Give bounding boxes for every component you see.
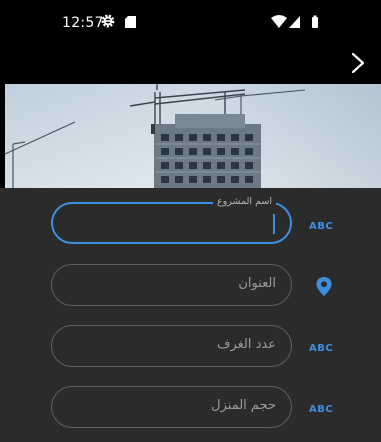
- status-bar: 12:57: [0, 0, 381, 44]
- svg-text:ABC: ABC: [309, 343, 333, 352]
- battery-icon: [312, 17, 318, 28]
- address-field[interactable]: العنوان: [51, 264, 292, 306]
- status-time: 12:57: [62, 15, 104, 31]
- abc-text-icon: ABC: [309, 343, 333, 352]
- address-placeholder: العنوان: [238, 276, 276, 291]
- project-name-label: اسم المشروع: [213, 195, 276, 209]
- hero-image: [5, 84, 381, 188]
- signal-icon: [289, 16, 300, 28]
- app-toolbar: [0, 44, 381, 84]
- house-size-placeholder: حجم المنزل: [211, 398, 276, 413]
- house-size-field[interactable]: حجم المنزل: [51, 386, 292, 428]
- rooms-count-placeholder: عدد الغرف: [217, 337, 276, 352]
- wifi-icon: [271, 15, 287, 28]
- project-form: اسم المشروع ABC العنوان عدد الغرف ABC حج…: [0, 188, 381, 442]
- text-cursor: [273, 214, 275, 234]
- rooms-count-field[interactable]: عدد الغرف: [51, 325, 292, 367]
- svg-text:ABC: ABC: [309, 404, 333, 413]
- status-right-icons: [271, 15, 318, 28]
- abc-text-icon: ABC: [309, 404, 333, 413]
- sd-card-icon: [125, 16, 136, 28]
- location-pin-icon[interactable]: [316, 277, 332, 296]
- abc-text-icon: ABC: [309, 221, 333, 230]
- project-name-field[interactable]: اسم المشروع: [51, 195, 292, 244]
- settings-gear-icon: [101, 14, 115, 28]
- svg-text:ABC: ABC: [309, 221, 333, 230]
- chevron-right-icon[interactable]: [343, 48, 373, 78]
